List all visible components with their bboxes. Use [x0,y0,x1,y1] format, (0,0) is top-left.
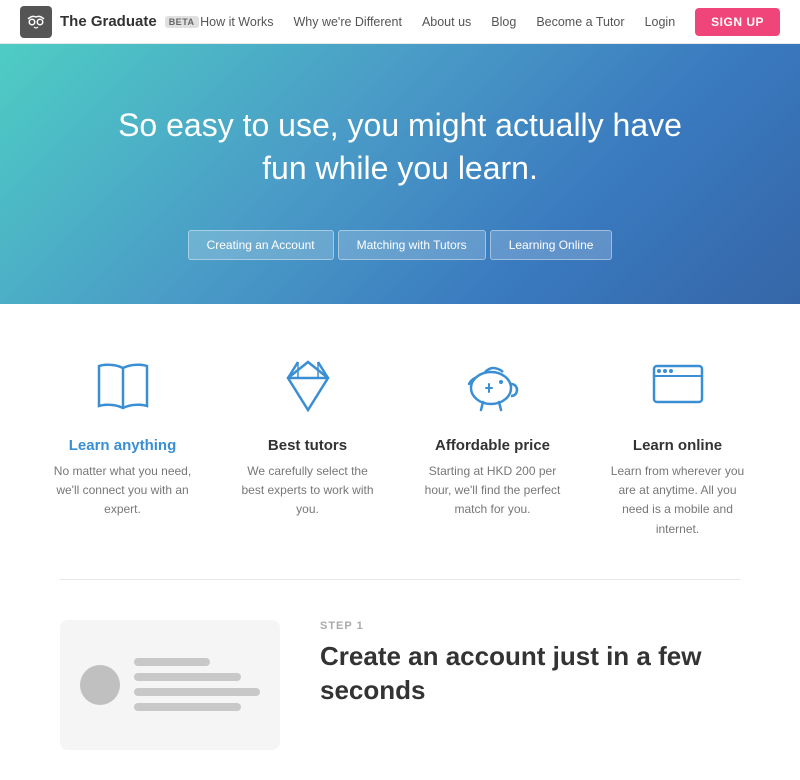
nav-login[interactable]: Login [645,15,676,29]
step-lines [134,658,260,711]
beta-badge: BETA [165,16,199,28]
logo-area: The Graduate BETA [20,6,199,38]
feature-best-tutors-desc: We carefully select the best experts to … [235,462,380,520]
hero-tab-matching-tutors[interactable]: Matching with Tutors [338,230,486,260]
feature-learn-online: Learn online Learn from wherever you are… [585,354,770,539]
monitor-icon [646,354,710,418]
step-line-4 [134,703,241,711]
hero-tab-learning-online[interactable]: Learning Online [490,230,613,260]
step-line-2 [134,673,241,681]
nav-about[interactable]: About us [422,15,471,29]
step-line-3 [134,688,260,696]
feature-learn-anything-desc: No matter what you need, we'll connect y… [50,462,195,520]
step-avatar [80,665,120,705]
book-icon [91,354,155,418]
feature-learn-anything: Learn anything No matter what you need, … [30,354,215,539]
feature-learn-online-desc: Learn from wherever you are at anytime. … [605,462,750,539]
nav-how-it-works[interactable]: How it Works [200,15,273,29]
feature-affordable-price-desc: Starting at HKD 200 per hour, we'll find… [420,462,565,520]
logo-text: The Graduate [60,13,157,30]
feature-learn-online-title: Learn online [605,437,750,454]
step-section: STEP 1 Create an account just in a few s… [0,590,800,780]
feature-best-tutors-title: Best tutors [235,437,380,454]
step-label: STEP 1 [320,620,740,632]
hero-section: So easy to use, you might actually have … [0,44,800,304]
step-card [60,620,280,750]
hero-tab-creating-account[interactable]: Creating an Account [188,230,334,260]
hero-title: So easy to use, you might actually have … [100,104,700,190]
step-line-1 [134,658,210,666]
main-nav: How it Works Why we're Different About u… [200,8,780,36]
features-section: Learn anything No matter what you need, … [0,304,800,569]
signup-button[interactable]: SIGN UP [695,8,780,36]
piggy-bank-icon [461,354,525,418]
feature-affordable-price-title: Affordable price [420,437,565,454]
feature-affordable-price: Affordable price Starting at HKD 200 per… [400,354,585,539]
feature-learn-anything-title: Learn anything [50,437,195,454]
nav-blog[interactable]: Blog [491,15,516,29]
logo-icon [20,6,52,38]
diamond-icon [276,354,340,418]
step-title: Create an account just in a few seconds [320,640,740,708]
nav-why-different[interactable]: Why we're Different [293,15,401,29]
header: The Graduate BETA How it Works Why we're… [0,0,800,44]
section-divider [60,579,740,580]
step-content: STEP 1 Create an account just in a few s… [320,620,740,708]
hero-tabs: Creating an Account Matching with Tutors… [20,230,780,260]
feature-best-tutors: Best tutors We carefully select the best… [215,354,400,539]
nav-become-tutor[interactable]: Become a Tutor [536,15,624,29]
